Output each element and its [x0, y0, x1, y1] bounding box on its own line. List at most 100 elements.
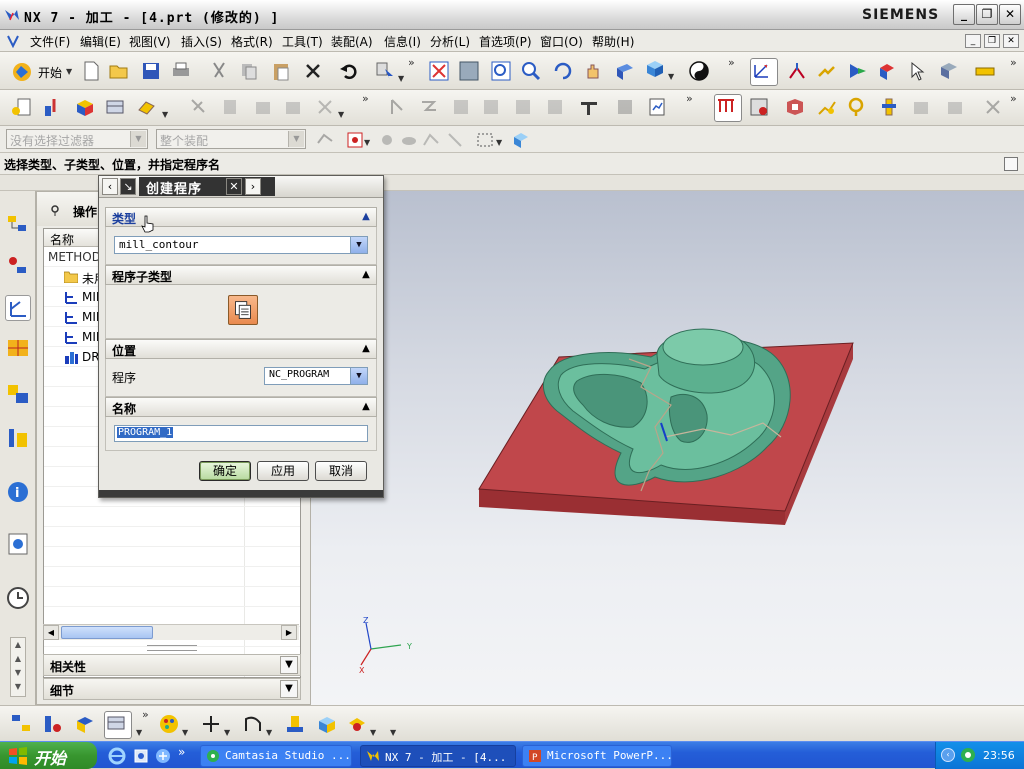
block-icon[interactable] — [316, 713, 338, 735]
menu-help[interactable]: 帮助(H) — [592, 33, 634, 50]
delete-icon[interactable] — [302, 60, 324, 82]
assembly-navigator-tab[interactable] — [5, 213, 31, 239]
close-button[interactable]: ✕ — [999, 4, 1021, 25]
operation-navigator-tab[interactable] — [5, 295, 31, 321]
dependencies-section[interactable]: 相关性 ▼ — [43, 654, 301, 676]
zoom-window-icon[interactable] — [490, 60, 512, 82]
ie-icon[interactable] — [108, 747, 126, 765]
reuse-library-tab[interactable] — [5, 381, 31, 407]
taskbar-item-camtasia[interactable]: Camtasia Studio ... — [200, 745, 352, 767]
program-name-input[interactable]: PROGRAM_1 — [114, 425, 368, 442]
cut-icon[interactable] — [208, 60, 230, 82]
rectangle-select-dropdown-icon[interactable]: ▼ — [496, 138, 502, 147]
toolbar-overflow-icon[interactable]: » — [142, 708, 149, 721]
method-nav-icon[interactable] — [104, 711, 132, 739]
machine-tool-view-icon[interactable] — [748, 96, 770, 118]
menu-edit[interactable]: 编辑(E) — [80, 33, 121, 50]
horizontal-scrollbar[interactable]: ◀ ▶ — [43, 624, 299, 640]
assembly-nav-icon[interactable] — [10, 713, 32, 735]
graphics-window[interactable]: Z Y X — [311, 191, 1024, 705]
zoom-box-icon[interactable] — [458, 60, 480, 82]
geometry-view-icon[interactable] — [784, 96, 806, 118]
select-all-icon[interactable] — [314, 129, 336, 151]
shop-doc-icon[interactable] — [646, 96, 668, 118]
render-style-dropdown-icon[interactable]: ▼ — [668, 72, 674, 81]
select-cursor-icon[interactable] — [906, 60, 928, 82]
details-section[interactable]: 细节 ▼ — [43, 678, 301, 700]
section-name-header[interactable]: 名称 ▲ — [105, 397, 377, 417]
splitter-handle[interactable] — [147, 645, 197, 651]
create-geometry-icon[interactable] — [74, 96, 96, 118]
dialog-title-bar[interactable]: ‹ ↘ 创建程序 ✕ › — [99, 176, 383, 198]
history-tab[interactable] — [5, 531, 31, 557]
mdi-minimize-button[interactable]: _ — [965, 34, 981, 48]
ruler-icon[interactable] — [974, 60, 996, 82]
toolbar-overflow-icon[interactable]: » — [686, 92, 693, 105]
quick-launch-overflow-icon[interactable]: » — [178, 745, 185, 759]
method-view-icon[interactable] — [816, 96, 838, 118]
pan-icon[interactable] — [582, 60, 604, 82]
program-order-view-icon[interactable] — [714, 94, 742, 122]
select-edge-icon[interactable] — [444, 129, 466, 151]
new-icon[interactable] — [80, 60, 102, 82]
camtasia-tray-icon[interactable] — [960, 747, 976, 763]
taskbar-item-nx[interactable]: NX 7 - 加工 - [4... — [360, 745, 516, 767]
rectangle-select-icon[interactable] — [474, 129, 496, 151]
measure-icon[interactable] — [816, 60, 838, 82]
program-subtype-icon[interactable] — [228, 295, 258, 325]
mdi-restore-button[interactable]: ❐ — [984, 34, 1000, 48]
geometry-nav-icon[interactable] — [74, 713, 96, 735]
point-dropdown-icon[interactable]: ▼ — [224, 728, 230, 737]
tool-holder-icon[interactable] — [878, 96, 900, 118]
expand-icon[interactable]: ▼ — [280, 656, 298, 674]
menu-insert[interactable]: 插入(S) — [181, 33, 222, 50]
create-program-icon[interactable] — [10, 96, 32, 118]
wcs-icon[interactable] — [750, 58, 778, 86]
toolbar-overflow-icon[interactable]: » — [728, 56, 735, 69]
menu-window[interactable]: 窗口(O) — [540, 33, 583, 50]
toolbar-overflow-icon[interactable]: » — [1010, 92, 1017, 105]
paste-icon[interactable] — [270, 60, 292, 82]
extrude-icon[interactable] — [284, 713, 306, 735]
program-select[interactable]: NC_PROGRAM ▼ — [264, 367, 368, 385]
type-select[interactable]: mill_contour ▼ — [114, 236, 368, 254]
create-method-icon[interactable] — [104, 96, 126, 118]
dialog-back-icon[interactable]: ‹ — [102, 178, 118, 195]
select-face-icon[interactable] — [420, 129, 442, 151]
menu-analysis[interactable]: 分析(L) — [430, 33, 470, 50]
cue-expand-button[interactable] — [1004, 157, 1018, 171]
start-button[interactable]: 开始 — [38, 64, 62, 81]
chevron-up-icon[interactable]: ▲ — [357, 398, 375, 416]
hd3d-tools-tab[interactable] — [5, 425, 31, 451]
color-palette-icon[interactable] — [158, 713, 180, 735]
postprocess-icon[interactable] — [938, 60, 960, 82]
menu-file[interactable]: 文件(F) — [30, 33, 70, 50]
ok-button[interactable]: 确定 — [199, 461, 251, 481]
csys-icon[interactable] — [786, 60, 808, 82]
component-select-icon[interactable] — [510, 129, 532, 151]
section-location-header[interactable]: 位置 ▲ — [105, 339, 377, 359]
point-icon[interactable] — [200, 713, 222, 735]
restore-button[interactable]: ❐ — [976, 4, 998, 25]
start-menu-button[interactable]: 开始 — [0, 742, 97, 769]
resource-bar-scroller[interactable]: ▲ ▲ ▼ ▼ — [10, 637, 26, 697]
constraint-navigator-tab[interactable] — [5, 253, 31, 279]
background-icon[interactable] — [688, 60, 710, 82]
undo-icon[interactable] — [338, 60, 360, 82]
toolbar-overflow-icon[interactable]: » — [362, 92, 369, 105]
palette-dropdown-icon[interactable]: ▼ — [182, 728, 188, 737]
select-body-icon[interactable] — [398, 129, 420, 151]
machine-control-icon[interactable] — [578, 96, 600, 118]
toolbar-overflow-icon[interactable]: » — [408, 56, 415, 69]
start-dropdown-icon[interactable]: ▼ — [66, 67, 72, 76]
mdi-close-button[interactable]: ✕ — [1003, 34, 1019, 48]
chevron-up-icon[interactable]: ▲ — [357, 208, 375, 226]
taskbar-item-powerpoint[interactable]: P Microsoft PowerP... — [522, 745, 672, 767]
dialog-forward-icon[interactable]: › — [245, 178, 261, 195]
cancel-button[interactable]: 取消 — [315, 461, 367, 481]
create-operation-icon[interactable] — [136, 96, 158, 118]
machine-tool-navigator-tab[interactable] — [5, 335, 31, 361]
scroll-thumb[interactable] — [61, 626, 153, 639]
more-dropdown-icon[interactable]: ▼ — [390, 728, 396, 737]
snap-icon[interactable] — [344, 129, 366, 151]
